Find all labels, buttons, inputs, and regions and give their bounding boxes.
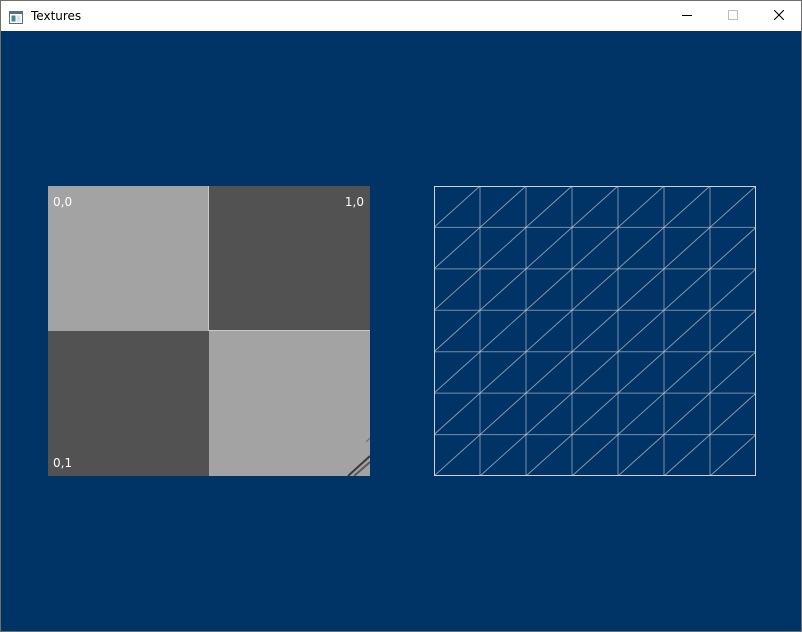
mesh-triangle-diagonal: [617, 268, 665, 311]
mesh-triangle-diagonal: [525, 268, 573, 311]
mesh-triangle-diagonal: [709, 434, 756, 476]
mesh-triangle-diagonal: [525, 434, 573, 476]
uv-label-top-right: 1,0: [344, 195, 364, 209]
mesh-triangle-diagonal: [525, 186, 573, 228]
mesh-triangle-diagonal: [479, 268, 527, 311]
mesh-triangle-diagonal: [663, 227, 711, 270]
mesh-triangle-diagonal: [434, 392, 481, 435]
checker-cell-light-bottom-right: [209, 331, 370, 476]
mesh-triangle-diagonal: [434, 309, 481, 353]
mesh-triangle-diagonal: [434, 268, 481, 311]
maximize-button[interactable]: [710, 1, 756, 31]
mesh-triangle-diagonal: [709, 186, 756, 228]
mesh-triangle-diagonal: [479, 392, 527, 435]
minimize-button[interactable]: [664, 1, 710, 31]
mesh-triangle-diagonal: [617, 309, 665, 353]
mesh-triangle-diagonal: [525, 392, 573, 435]
mesh-triangle-diagonal: [663, 186, 711, 228]
render-viewport[interactable]: 0,0 1,0 0,1: [1, 31, 801, 631]
mesh-triangle-diagonal: [617, 351, 665, 394]
mesh-triangle-diagonal: [617, 186, 665, 228]
mesh-triangle-diagonal: [663, 392, 711, 435]
mesh-triangle-diagonal: [434, 351, 481, 394]
checker-cell-dark-bottom-left: [48, 331, 209, 476]
wireframe-quad: [434, 186, 756, 476]
mesh-triangle-diagonal: [525, 351, 573, 394]
checker-cell-light-top-left: [48, 186, 209, 331]
mesh-triangle-diagonal: [663, 351, 711, 394]
mesh-triangle-diagonal: [709, 227, 756, 270]
maximize-icon: [728, 10, 738, 20]
mesh-triangle-diagonal: [434, 186, 481, 228]
close-icon: [774, 10, 784, 20]
mesh-triangle-diagonal: [663, 309, 711, 353]
mesh-triangle-diagonal: [617, 434, 665, 476]
mesh-triangle-diagonal: [663, 434, 711, 476]
mesh-triangle-diagonal: [571, 309, 619, 353]
mesh-triangle-diagonal: [571, 186, 619, 228]
mesh-triangle-diagonal: [663, 268, 711, 311]
mesh-triangle-diagonal: [479, 434, 527, 476]
mesh-triangle-diagonal: [617, 227, 665, 270]
mesh-triangle-diagonal: [709, 309, 756, 353]
uv-label-top-left: 0,0: [53, 195, 73, 209]
mesh-triangle-diagonal: [709, 392, 756, 435]
mesh-triangle-diagonal: [571, 268, 619, 311]
mesh-triangle-diagonal: [571, 392, 619, 435]
mesh-triangle-diagonal: [479, 309, 527, 353]
close-button[interactable]: [756, 1, 802, 31]
mesh-triangle-diagonal: [434, 227, 481, 270]
title-bar[interactable]: Textures: [1, 1, 801, 31]
window-title: Textures: [31, 9, 82, 23]
mesh-triangle-diagonal: [571, 351, 619, 394]
minimize-icon: [682, 15, 692, 16]
mesh-triangle-diagonal: [525, 227, 573, 270]
textured-quad: 0,0 1,0 0,1: [48, 186, 370, 476]
mesh-triangle-diagonal: [525, 309, 573, 353]
mesh-triangle-diagonal: [571, 434, 619, 476]
mesh-triangle-diagonal: [571, 227, 619, 270]
mesh-triangle-diagonal: [479, 186, 527, 228]
mesh-triangle-diagonal: [709, 268, 756, 311]
mesh-triangle-diagonal: [479, 227, 527, 270]
mesh-triangle-diagonal: [617, 392, 665, 435]
application-window: Textures 0,0 1,0 0,1: [0, 0, 802, 632]
mesh-triangle-diagonal: [479, 351, 527, 394]
application-window-icon: [9, 9, 23, 24]
mesh-triangle-diagonal: [434, 434, 481, 476]
uv-label-bottom-left: 0,1: [53, 456, 73, 470]
mesh-triangle-diagonal: [709, 351, 756, 394]
